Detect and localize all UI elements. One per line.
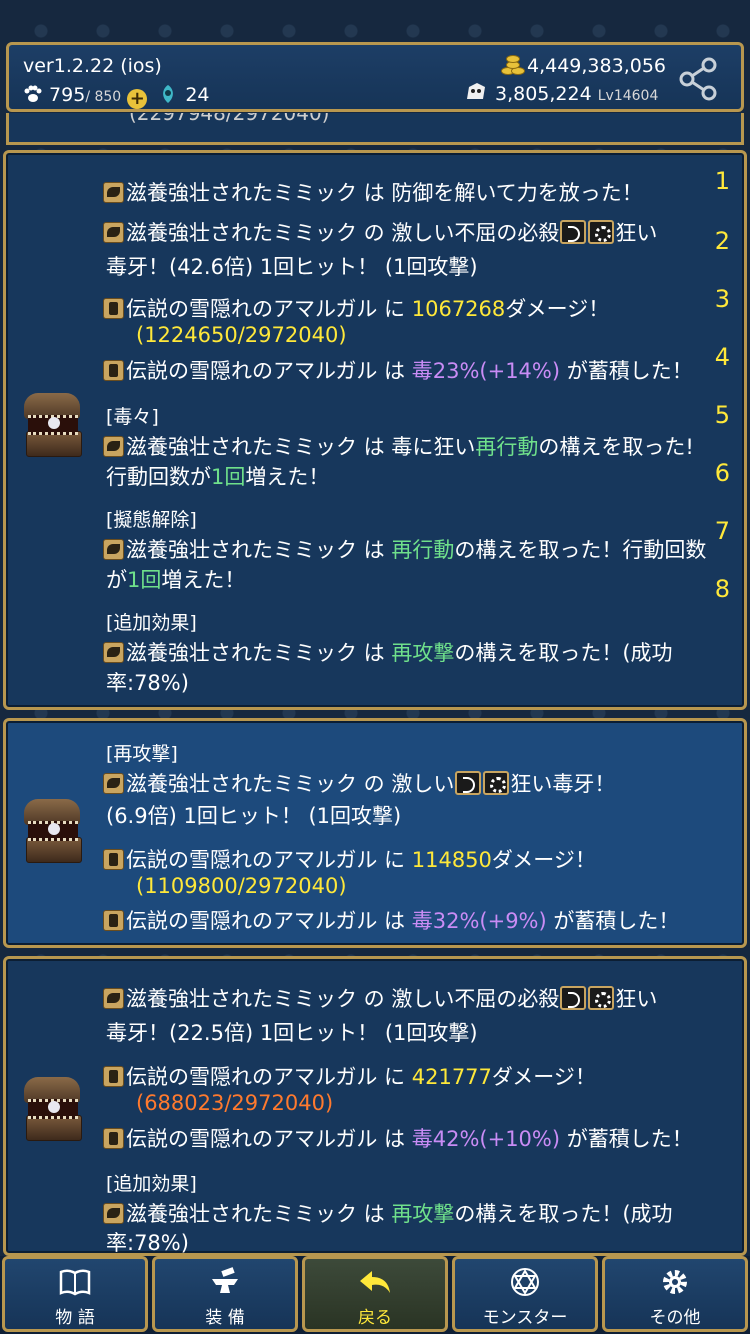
mimic-monster-icon	[20, 393, 88, 457]
nav-back-button[interactable]: 戻る	[302, 1256, 448, 1332]
paw-icon	[23, 85, 43, 103]
hexagram-icon	[508, 1267, 542, 1297]
damage-value: 114850	[411, 848, 492, 872]
summon-count: 24	[185, 84, 210, 106]
tower-icon	[103, 1066, 124, 1087]
anvil-icon	[208, 1267, 242, 1297]
status-header: ver1.2.22 (ios) 795/ 850 + 24 4,449,383,…	[6, 42, 744, 112]
effect-tag: [追加効果]	[106, 1173, 197, 1195]
claw-icon	[103, 1203, 124, 1224]
soul-icon	[463, 81, 489, 105]
log-line: 滋養強壮されたミミック の 激しい不屈の必殺 狂い	[103, 983, 657, 1013]
line-number: 4	[714, 343, 730, 371]
damage-value: 421777	[411, 1065, 492, 1089]
hp-remaining: (688023/2972040)	[136, 1091, 334, 1115]
effect-tag: [再攻撃]	[106, 743, 178, 765]
claw-icon	[103, 182, 124, 203]
tower-icon	[103, 298, 124, 319]
skill-gear-icon	[588, 220, 615, 244]
tower-icon	[103, 910, 124, 931]
log-line: 行動回数が1回増えた！	[106, 465, 330, 489]
effect-tag: [毒々]	[106, 406, 159, 428]
tower-icon	[103, 849, 124, 870]
bottom-nav: 物 語 装 備 戻る モンスター その他	[0, 1256, 750, 1334]
skill-gear-icon	[588, 986, 615, 1010]
line-number: 6	[714, 459, 730, 487]
version-label: ver1.2.22 (ios)	[23, 55, 162, 77]
line-number: 2	[714, 227, 730, 255]
log-line: 伝説の雪隠れのアマルガル に 1067268ダメージ！	[103, 293, 609, 323]
damage-value: 1067268	[411, 297, 506, 321]
log-line: (6.9倍) 1回ヒット！ (1回攻撃)	[106, 804, 402, 828]
log-line: 毒牙！(42.6倍) 1回ヒット！ (1回攻撃)	[106, 255, 478, 279]
log-line: 滋養強壮されたミミック は 再攻撃の構えを取った！(成功	[103, 1198, 673, 1228]
nav-monster-button[interactable]: モンスター	[452, 1256, 598, 1332]
summon-icon	[157, 83, 179, 105]
log-line: 伝説の雪隠れのアマルガル に 421777ダメージ！	[103, 1061, 596, 1091]
soul-amount: 3,805,224	[495, 83, 592, 105]
skill-gear-icon	[483, 771, 510, 795]
poison-value: 毒32%(+9%)	[411, 909, 547, 933]
log-line: 伝説の雪隠れのアマルガル は 毒23%(+14%) が蓄積した！	[103, 355, 693, 385]
book-icon	[58, 1267, 92, 1297]
log-line: 毒牙！(22.5倍) 1回ヒット！ (1回攻撃)	[106, 1021, 478, 1045]
back-arrow-icon	[358, 1267, 392, 1297]
stamina-current: 795	[49, 84, 86, 106]
log-line: 伝説の雪隠れのアマルガル に 114850ダメージ！	[103, 844, 596, 874]
nav-other-button[interactable]: その他	[602, 1256, 748, 1332]
previous-log-cutoff: (2297948/2972040)	[6, 113, 744, 145]
claw-icon	[103, 642, 124, 663]
mimic-monster-icon	[20, 799, 88, 863]
claw-icon	[103, 436, 124, 457]
log-line: 伝説の雪隠れのアマルガル は 毒42%(+10%) が蓄積した！	[103, 1123, 693, 1153]
claw-icon	[103, 773, 124, 794]
log-line: 率:78%)	[106, 671, 189, 695]
nav-equip-button[interactable]: 装 備	[152, 1256, 298, 1332]
log-line: が1回増えた！	[106, 568, 246, 592]
battle-log-entry[interactable]: 滋養強壮されたミミック は 防御を解いて力を放った！ 滋養強壮されたミミック の…	[3, 150, 747, 710]
tower-icon	[103, 1128, 124, 1149]
line-number: 5	[714, 401, 730, 429]
claw-icon	[103, 539, 124, 560]
line-number: 1	[714, 167, 730, 195]
battle-log-entry[interactable]: 滋養強壮されたミミック の 激しい不屈の必殺 狂い 毒牙！(22.5倍) 1回ヒッ…	[3, 956, 747, 1256]
claw-icon	[103, 988, 124, 1009]
gold-amount: 4,449,383,056	[527, 55, 667, 77]
line-number: 7	[714, 517, 730, 545]
coin-icon	[499, 55, 525, 77]
poison-value: 毒23%(+14%)	[411, 359, 561, 383]
poison-value: 毒42%(+10%)	[411, 1127, 561, 1151]
skill-fang-icon	[560, 220, 587, 244]
mimic-monster-icon	[20, 1077, 88, 1141]
log-line: 滋養強壮されたミミック の 激しい 狂い毒牙！	[103, 768, 615, 798]
log-line: 滋養強壮されたミミック は 毒に狂い再行動の構えを取った!	[103, 431, 694, 461]
player-level: Lv14604	[597, 88, 659, 104]
plus-icon[interactable]: +	[127, 89, 148, 109]
log-line: 滋養強壮されたミミック は 再行動の構えを取った！行動回数	[103, 534, 706, 564]
share-icon[interactable]	[677, 57, 721, 101]
line-number: 3	[714, 285, 730, 313]
claw-icon	[103, 222, 124, 243]
line-number: 8	[714, 575, 730, 603]
hp-remaining: (1109800/2972040)	[136, 874, 347, 898]
nav-story-button[interactable]: 物 語	[2, 1256, 148, 1332]
log-line: 滋養強壮されたミミック の 激しい不屈の必殺 狂い	[103, 217, 657, 247]
battle-log-entry[interactable]: [再攻撃] 滋養強壮されたミミック の 激しい 狂い毒牙！ (6.9倍) 1回ヒッ…	[3, 718, 747, 948]
stamina-max: / 850	[85, 89, 122, 105]
skill-fang-icon	[560, 986, 587, 1010]
log-line: 滋養強壮されたミミック は 防御を解いて力を放った！	[103, 177, 643, 207]
effect-tag: [擬態解除]	[106, 509, 197, 531]
log-line: 滋養強壮されたミミック は 再攻撃の構えを取った！(成功	[103, 637, 673, 667]
effect-tag: [追加効果]	[106, 612, 197, 634]
log-line: 率:78%)	[106, 1231, 189, 1255]
gear-icon	[658, 1267, 692, 1297]
skill-fang-icon	[455, 771, 482, 795]
hp-remaining: (1224650/2972040)	[136, 323, 347, 347]
log-line: 伝説の雪隠れのアマルガル は 毒32%(+9%) が蓄積した！	[103, 905, 679, 935]
tower-icon	[103, 360, 124, 381]
